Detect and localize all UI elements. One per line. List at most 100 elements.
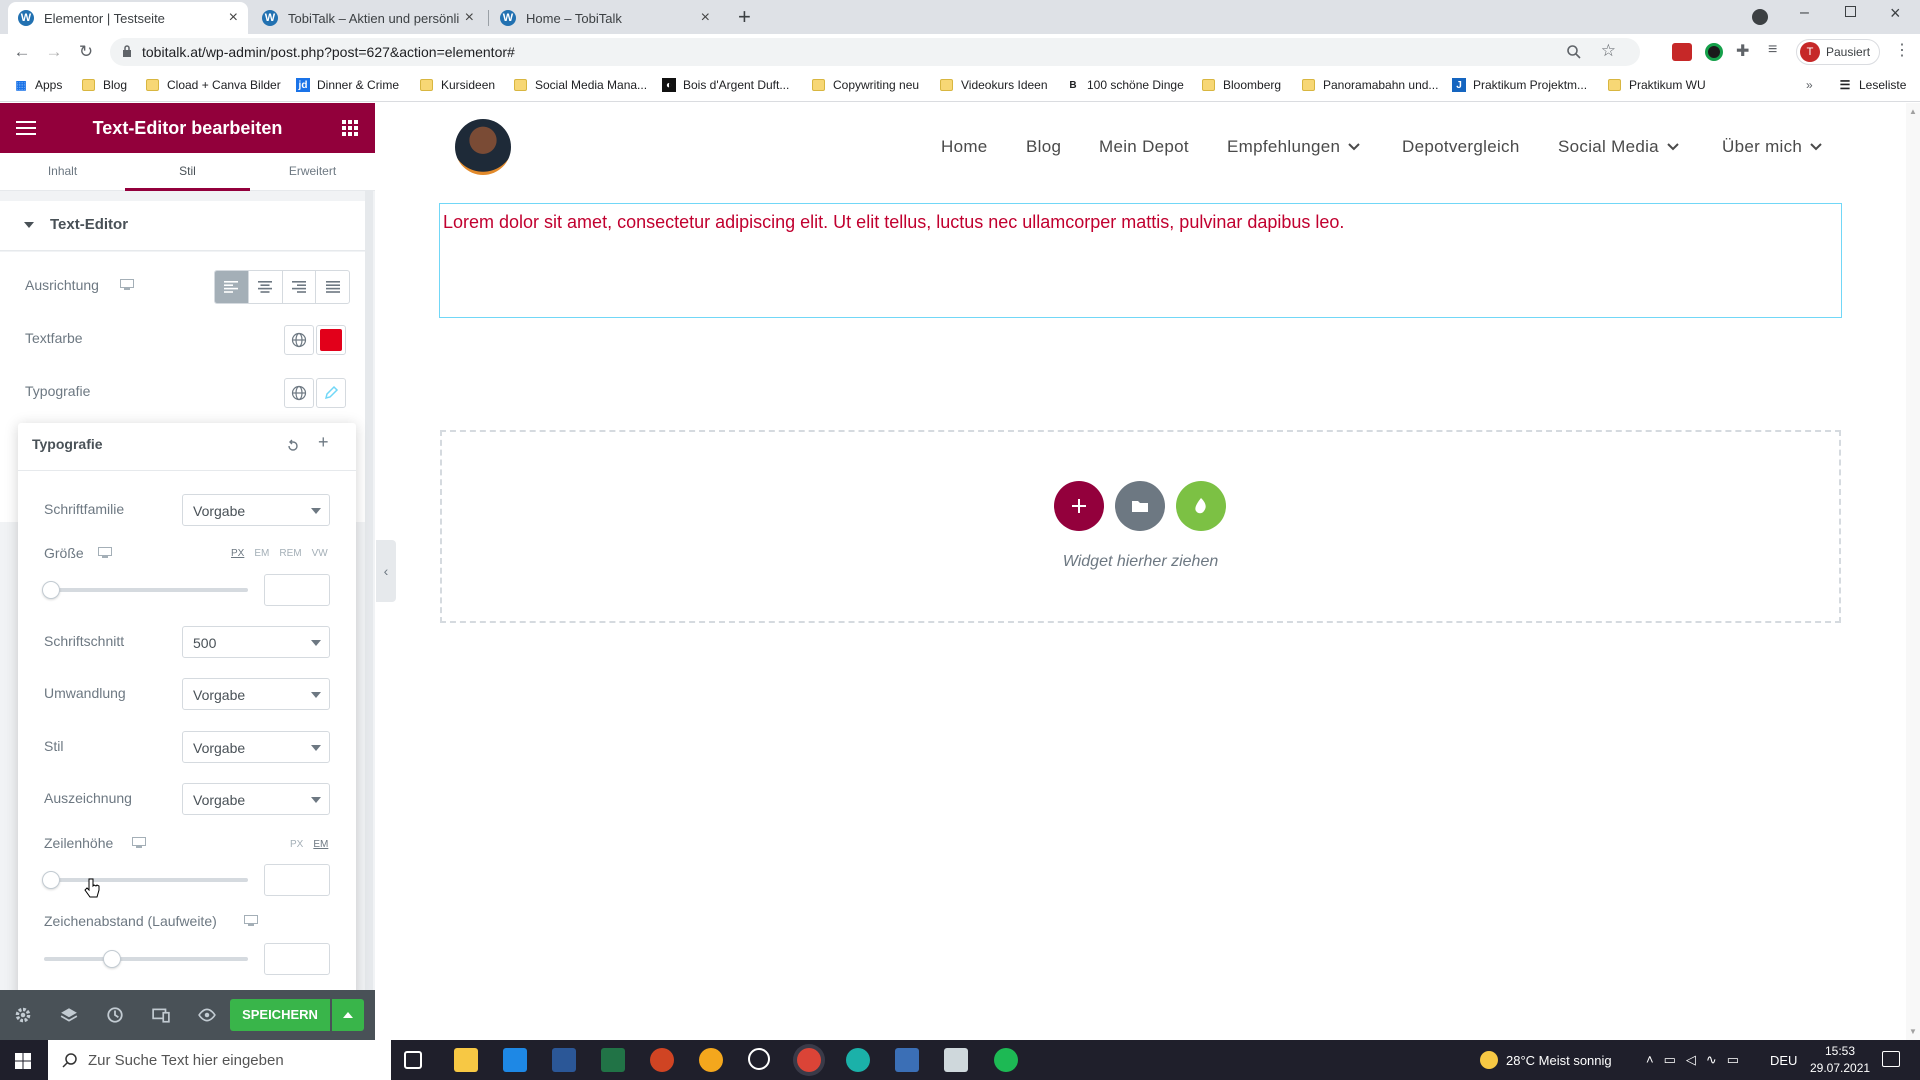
obs-icon[interactable] [748,1048,770,1070]
minimize-icon[interactable]: – [1800,4,1809,22]
close-tab-icon[interactable]: × [229,9,238,27]
edit-typography-button[interactable] [316,378,346,408]
app-icon[interactable] [699,1048,723,1072]
bookmark-item[interactable]: Panoramabahn und... [1302,78,1438,92]
tab-stil[interactable]: Stil [125,153,250,191]
bookmark-item[interactable]: Praktikum WU [1608,78,1706,92]
language-indicator[interactable]: DEU [1770,1040,1797,1080]
tab-inhalt[interactable]: Inhalt [0,153,125,191]
bookmark-item[interactable]: Cload + Canva Bilder [146,78,281,92]
edge-icon[interactable] [846,1048,870,1072]
responsive-mode-icon[interactable] [152,1006,170,1024]
unit-em[interactable]: EM [313,839,328,850]
weather-widget[interactable]: 28°C Meist sonnig [1480,1040,1612,1080]
desktop-icon[interactable] [98,547,112,558]
scroll-down-icon[interactable]: ▼ [1909,1027,1917,1036]
windows-start-icon[interactable] [15,1053,31,1069]
align-center-button[interactable] [249,271,283,303]
bookmark-item[interactable]: jd Dinner & Crime [296,78,399,92]
app-icon[interactable] [944,1048,968,1072]
bookmark-item[interactable]: Videokurs Ideen [940,78,1048,92]
decoration-select[interactable]: Vorgabe [182,783,330,815]
back-icon[interactable]: ← [12,42,32,62]
color-picker-swatch[interactable] [316,325,346,355]
transform-select[interactable]: Vorgabe [182,678,330,710]
powerpoint-icon[interactable] [650,1048,674,1072]
line-height-slider-handle[interactable] [42,871,60,889]
site-logo-avatar[interactable] [455,119,511,175]
size-slider-handle[interactable] [42,581,60,599]
unit-px[interactable]: PX [290,839,303,850]
bookmark-star-icon[interactable]: ☆ [1601,41,1616,61]
notifications-icon[interactable] [1882,1051,1900,1067]
close-tab-icon[interactable]: × [465,9,474,27]
media-queue-icon[interactable]: ≡ [1768,41,1777,59]
restore-icon[interactable] [1845,6,1856,17]
nav-item-blog[interactable]: Blog [1026,137,1061,157]
tab-tobitalk[interactable]: W TobiTalk – Aktien und persönlich × [252,2,484,34]
nav-item-social-media[interactable]: Social Media [1558,137,1679,157]
preview-eye-icon[interactable] [198,1006,216,1024]
bookmark-apps[interactable]: ▦ Apps [14,78,62,92]
tab-home[interactable]: W Home – TobiTalk × [490,2,720,34]
menu-dots-icon[interactable]: ⋮ [1894,40,1910,60]
save-options-button[interactable] [332,999,364,1031]
extensions-puzzle-icon[interactable]: ✚ [1736,41,1749,61]
scroll-up-icon[interactable]: ▲ [1909,107,1917,116]
reset-icon[interactable] [286,439,300,453]
section-text-editor[interactable]: Text-Editor [0,201,365,251]
align-left-button[interactable] [215,271,249,303]
panel-scrollbar[interactable] [365,191,373,1040]
tab-elementor[interactable]: W Elementor | Testseite × [8,2,248,34]
unit-vw[interactable]: VW [312,548,328,559]
forward-icon[interactable]: → [44,42,64,62]
global-color-button[interactable] [284,325,314,355]
nav-item-mein-depot[interactable]: Mein Depot [1099,137,1189,157]
align-justify-button[interactable] [316,271,349,303]
collapse-panel-handle[interactable]: ‹ [376,540,396,602]
envato-kit-button[interactable] [1176,481,1226,531]
nav-item-empfehlungen[interactable]: Empfehlungen [1227,137,1360,157]
reload-icon[interactable]: ↻ [76,42,96,62]
widgets-grid-icon[interactable] [342,120,358,136]
bookmark-item[interactable]: Kursideen [420,78,495,92]
word-icon[interactable] [552,1048,576,1072]
letter-spacing-slider-handle[interactable] [103,950,122,968]
desktop-icon[interactable] [132,837,146,848]
new-tab-icon[interactable]: + [738,4,751,30]
bookmark-item[interactable]: Bloomberg [1202,78,1281,92]
nav-item-ueber-mich[interactable]: Über mich [1722,137,1822,157]
desktop-icon[interactable] [120,279,134,290]
drop-zone[interactable]: Widget hierher ziehen [440,430,1841,623]
reading-list[interactable]: ☰ Leseliste [1838,78,1907,92]
extension-icon[interactable] [1672,43,1692,61]
bookmark-item[interactable]: Social Media Mana... [514,78,647,92]
letter-spacing-slider-track[interactable] [44,957,248,961]
tab-erweitert[interactable]: Erweitert [250,153,375,191]
unit-rem[interactable]: REM [279,548,301,559]
zoom-icon[interactable] [1566,44,1582,60]
global-typography-button[interactable] [284,378,314,408]
history-icon[interactable] [106,1006,124,1024]
tab-search-icon[interactable] [1752,9,1768,25]
nav-item-depotvergleich[interactable]: Depotvergleich [1402,137,1520,157]
mail-icon[interactable] [503,1048,527,1072]
unit-px[interactable]: PX [231,548,244,559]
add-template-button[interactable] [1115,481,1165,531]
close-window-icon[interactable]: × [1890,3,1901,24]
bookmark-item[interactable]: Blog [82,78,127,92]
bookmark-item[interactable]: J Praktikum Projektm... [1452,78,1587,92]
taskbar-search[interactable]: Zur Suche Text hier eingeben [48,1040,391,1080]
unit-em[interactable]: EM [254,548,269,559]
nav-item-home[interactable]: Home [941,137,988,157]
tray-icons[interactable]: ˄▭◁∿▭ [1646,1040,1749,1080]
clock[interactable]: 15:53 29.07.2021 [1810,1043,1870,1077]
close-tab-icon[interactable]: × [701,9,710,27]
letter-spacing-input[interactable] [264,943,330,975]
line-height-slider-track[interactable] [44,878,248,882]
file-explorer-icon[interactable] [454,1048,478,1072]
size-input[interactable] [264,574,330,606]
line-height-input[interactable] [264,864,330,896]
font-weight-select[interactable]: 500 [182,626,330,658]
align-right-button[interactable] [283,271,317,303]
